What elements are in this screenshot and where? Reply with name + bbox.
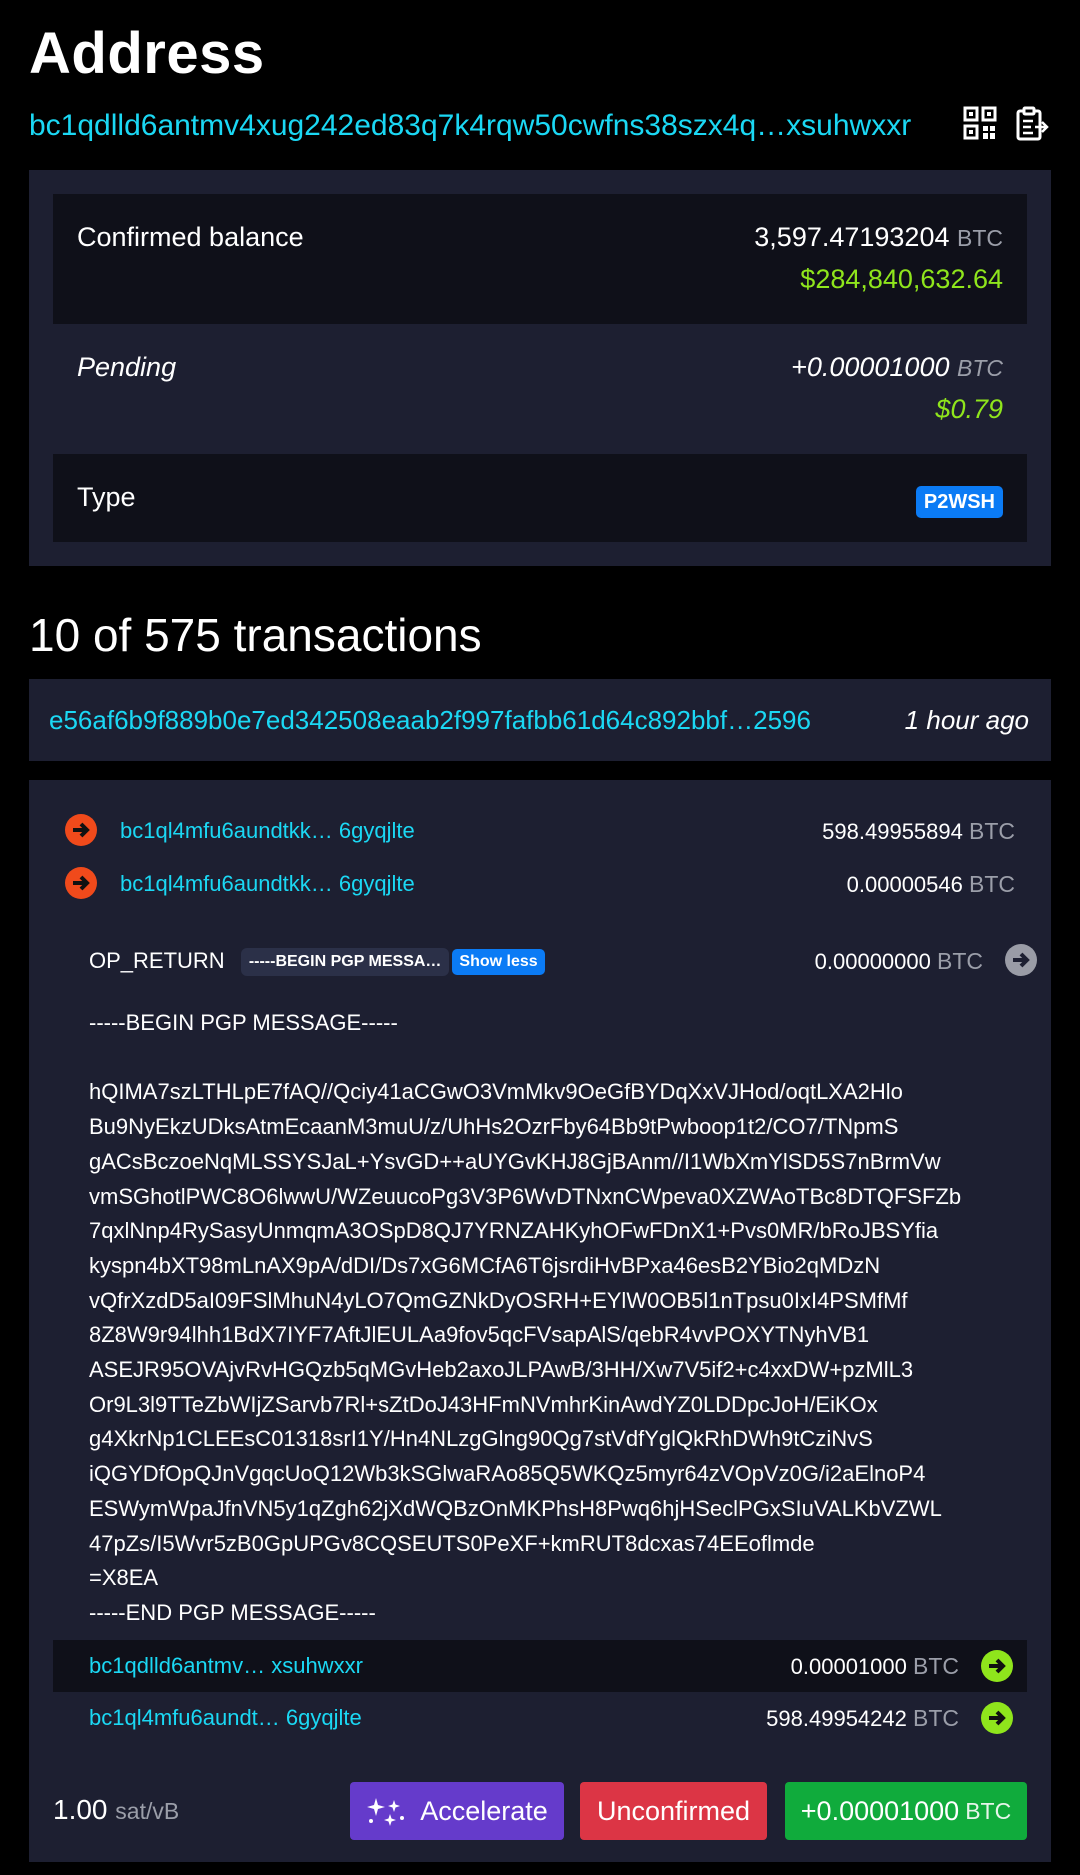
transaction-footer: 1.00 sat/vB Accelerate Unconfirmed +0.00… — [29, 1780, 1051, 1840]
address-actions — [963, 106, 1049, 142]
confirmed-btc-value: 3,597.47193204 — [754, 222, 950, 252]
address-summary: Confirmed balance 3,597.47193204 BTC $28… — [29, 170, 1051, 566]
confirmed-balance-fiat: $284,840,632.64 — [800, 264, 1003, 294]
confirmed-balance-btc: 3,597.47193204 BTC — [754, 222, 1003, 253]
output-amount-value: 0.00001000 — [790, 1654, 907, 1679]
input-arrow-icon[interactable] — [65, 814, 97, 846]
transactions-heading: 10 of 575 transactions — [29, 609, 482, 661]
accelerate-label: Accelerate — [420, 1795, 548, 1826]
transaction-header: e56af6b9f889b0e7ed342508eaab2f997fafbb61… — [29, 679, 1051, 761]
btc-unit: BTC — [913, 1653, 959, 1679]
net-amount-badge[interactable]: +0.00001000 BTC — [785, 1782, 1027, 1840]
address-row: bc1qdlld6antmv4xug242ed83q7k4rqw50cwfns3… — [29, 104, 1049, 148]
output-address-link[interactable]: bc1ql4mfu6aundt… 6gyqjlte — [89, 1705, 362, 1731]
input-amount-value: 0.00000546 — [846, 872, 963, 897]
pgp-message: -----BEGIN PGP MESSAGE----- hQIMA7szLTHL… — [89, 1010, 962, 1625]
net-amount-value: +0.00001000 — [800, 1795, 960, 1826]
input-amount: 598.49955894 BTC — [822, 818, 1015, 845]
output-address-link[interactable]: bc1qdlld6antmv… xsuhwxxr — [89, 1653, 363, 1679]
input-address-link[interactable]: bc1ql4mfu6aundtkk… 6gyqjlte — [120, 818, 415, 844]
transaction-body: bc1ql4mfu6aundtkk… 6gyqjlte 598.49955894… — [29, 780, 1051, 1862]
output-row: bc1qdlld6antmv… xsuhwxxr 0.00001000 BTC — [53, 1640, 1027, 1692]
btc-unit: BTC — [913, 1705, 959, 1731]
btc-unit: BTC — [937, 948, 983, 974]
fee-value: 1.00 — [53, 1794, 108, 1825]
clipboard-copy-icon[interactable] — [1015, 106, 1049, 142]
address-link[interactable]: bc1qdlld6antmv4xug242ed83q7k4rqw50cwfns3… — [29, 109, 911, 143]
input-arrow-icon[interactable] — [65, 867, 97, 899]
pending-label: Pending — [77, 352, 177, 382]
output-amount: 598.49954242 BTC — [766, 1705, 959, 1732]
output-amount: 0.00001000 BTC — [791, 1653, 959, 1680]
output-arrow-icon[interactable] — [981, 1702, 1013, 1734]
input-address-link[interactable]: bc1ql4mfu6aundtkk… 6gyqjlte — [120, 871, 415, 897]
input-row: bc1ql4mfu6aundtkk… 6gyqjlte 0.00000546 B… — [29, 867, 1051, 911]
op-return-amount-value: 0.00000000 — [814, 949, 931, 974]
input-amount: 0.00000546 BTC — [847, 871, 1015, 898]
type-row: Type P2WSH — [53, 454, 1027, 542]
output-amount-value: 598.49954242 — [766, 1706, 907, 1731]
op-return-arrow-icon[interactable] — [1005, 944, 1037, 976]
output-row: bc1ql4mfu6aundt… 6gyqjlte 598.49954242 B… — [53, 1692, 1027, 1744]
output-arrow-icon[interactable] — [981, 1650, 1013, 1682]
unconfirmed-status[interactable]: Unconfirmed — [580, 1782, 767, 1840]
op-return-amount-row: 0.00000000 BTC — [29, 944, 1051, 988]
tx-time: 1 hour ago — [904, 704, 1029, 735]
btc-unit: BTC — [957, 355, 1003, 381]
fee-unit: sat/vB — [115, 1798, 180, 1824]
qr-code-icon[interactable] — [963, 106, 997, 142]
btc-unit: BTC — [957, 225, 1003, 251]
accelerate-button[interactable]: Accelerate — [350, 1782, 564, 1840]
btc-unit: BTC — [965, 1797, 1012, 1824]
btc-unit: BTC — [969, 871, 1015, 897]
pending-btc-value: +0.00001000 — [791, 352, 950, 382]
sparkles-icon — [366, 1796, 406, 1826]
txid-link[interactable]: e56af6b9f889b0e7ed342508eaab2f997fafbb61… — [49, 705, 811, 736]
pending-row: Pending +0.00001000 BTC $0.79 — [53, 324, 1027, 454]
p2wsh-badge: P2WSH — [915, 486, 1003, 518]
input-amount-value: 598.49955894 — [822, 819, 963, 844]
page-title: Address — [29, 21, 265, 86]
confirmed-balance-row: Confirmed balance 3,597.47193204 BTC $28… — [53, 194, 1027, 324]
op-return-amount: 0.00000000 BTC — [815, 948, 983, 975]
pending-btc: +0.00001000 BTC — [791, 352, 1003, 383]
type-label: Type — [77, 482, 136, 512]
btc-unit: BTC — [969, 818, 1015, 844]
input-row: bc1ql4mfu6aundtkk… 6gyqjlte 598.49955894… — [29, 814, 1051, 858]
type-badge: P2WSH — [915, 484, 1003, 518]
fee-rate: 1.00 sat/vB — [53, 1794, 179, 1826]
confirmed-balance-label: Confirmed balance — [77, 222, 304, 252]
pending-fiat: $0.79 — [935, 394, 1003, 424]
